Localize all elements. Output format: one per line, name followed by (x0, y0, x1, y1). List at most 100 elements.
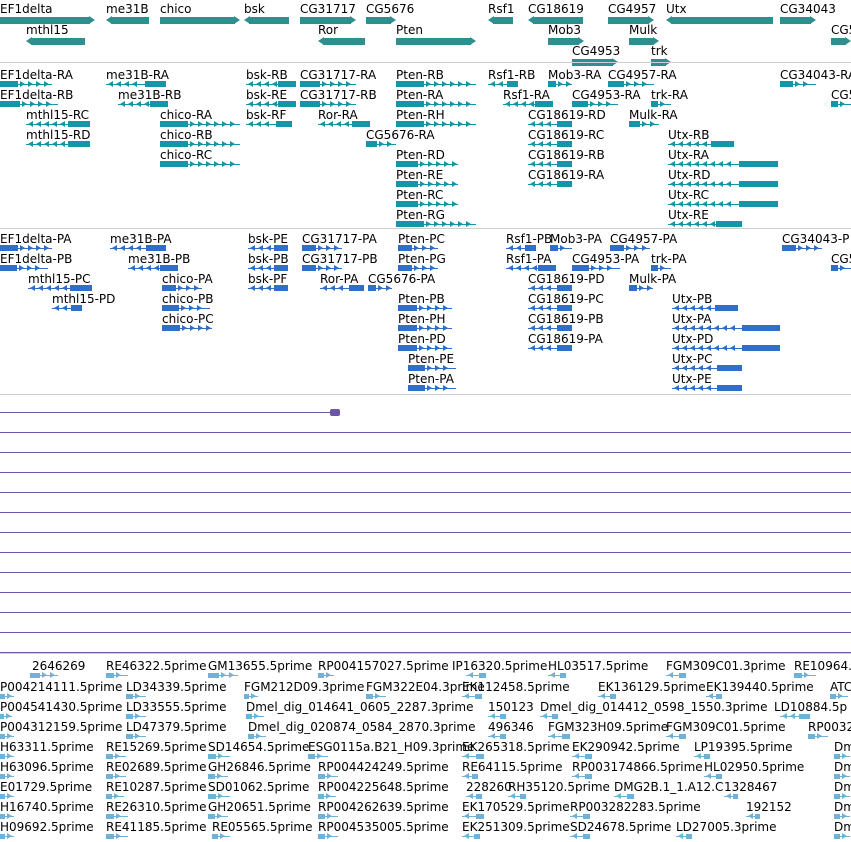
feature-ld27005-3prime[interactable] (676, 833, 692, 841)
feature-label-496346: 496346 (488, 720, 534, 734)
feature-label-re26310-5prime: RE26310.5prime (106, 800, 207, 814)
feature-mob3-pa[interactable] (550, 245, 572, 253)
feature-label-sd24678-5prime: SD24678.5prime (570, 820, 672, 834)
feature-me31b[interactable] (106, 16, 154, 25)
feature-label-hl03517-5prime: HL03517.5prime (548, 659, 649, 673)
feature-cg18619-pa[interactable] (528, 345, 572, 353)
feature-label-pten-pd: Pten-PD (398, 332, 446, 346)
feature-mulk-ra[interactable] (629, 121, 659, 129)
feature-hl03517-5prime[interactable] (548, 672, 566, 680)
feature-cg34043[interactable] (780, 16, 816, 25)
feature-label-cg18619-pd: CG18619-PD (528, 272, 605, 286)
feature-cg34043-p[interactable] (782, 245, 822, 253)
feature-label-bsk: bsk (244, 2, 265, 16)
feature-label-pten-rg: Pten-RG (396, 208, 445, 222)
feature-label-cg18619-rb: CG18619-RB (528, 148, 605, 162)
feature-mthl15-pd[interactable] (52, 305, 82, 313)
feature-label-ek290942-5prime: EK290942.5prime (572, 740, 680, 754)
feature-re41185-5prime[interactable] (106, 833, 128, 841)
feature-label-dmel-dig-020874-0584-2870-3prime: Dmel_dig_020874_0584_2870.3prime (248, 720, 476, 734)
feature-label-pten-pe: Pten-PE (408, 352, 455, 366)
xy-line (0, 632, 851, 633)
feature-cg5[interactable] (831, 265, 851, 273)
feature-cg4957-pa[interactable] (610, 245, 650, 253)
feature-chico[interactable] (160, 16, 240, 25)
feature-label-h09692-5prime: H09692.5prime (0, 820, 94, 834)
feature-2646269[interactable] (30, 672, 58, 680)
feature-mob3-ra[interactable] (548, 81, 572, 89)
feature-dm[interactable] (834, 833, 850, 841)
feature-cg5676[interactable] (366, 16, 396, 25)
feature-label-utx-ra: Utx-RA (668, 148, 709, 162)
feature-label-ef1delta: EF1delta (0, 2, 53, 16)
feature-label-ip16320-5prime: IP16320.5prime (452, 659, 548, 673)
feature-cg5676-pa[interactable] (368, 285, 392, 293)
feature-label-dm: Dm (834, 780, 851, 794)
xy-line (0, 572, 851, 573)
feature-bsk-rf[interactable] (246, 121, 292, 129)
genome-browser-view: EF1delta mthl15 me31B chico bsk CG31717 Ror CG5… (0, 0, 851, 842)
feature-mthl15[interactable] (26, 37, 90, 46)
feature-fgm309c01-3prime[interactable] (666, 672, 686, 680)
feature-label-cg31717-rb: CG31717-RB (300, 88, 377, 102)
feature-label-re05565-5prime: RE05565.5prime (212, 820, 313, 834)
feature-gm13655-5prime[interactable] (208, 672, 238, 680)
feature-cg34043-ra[interactable] (780, 81, 816, 89)
track-separator (0, 62, 851, 63)
feature-rp004535005-5prime[interactable] (318, 833, 338, 841)
feature-h09692-5prime[interactable] (0, 833, 14, 841)
feature-rp004157027-5prime[interactable] (318, 672, 334, 680)
feature-label-ek251309-5prime: EK251309.5prime (462, 820, 570, 834)
feature-chico-rc[interactable] (160, 161, 240, 169)
feature-label-cg31717-pa: CG31717-PA (302, 232, 377, 246)
feature-label-cg31717: CG31717 (300, 2, 356, 16)
feature-label-re10964: RE10964. (794, 659, 851, 673)
feature-pten[interactable] (396, 37, 476, 46)
feature-re46322-5prime[interactable] (106, 672, 128, 680)
feature-label-utx-pa: Utx-PA (672, 312, 712, 326)
feature-cg18619-ra[interactable] (528, 181, 572, 189)
feature-label-rp003282283-5prime: RP003282283.5prime (570, 800, 701, 814)
feature-cg5676-ra[interactable] (366, 141, 396, 149)
feature-ror-ra[interactable] (318, 121, 370, 129)
feature-label-ek170529-5prime: EK170529.5prime (462, 800, 570, 814)
feature-re10964[interactable] (794, 672, 816, 680)
feature-label-mthl15-rc: mthl15-RC (26, 108, 90, 122)
feature-pten-pg[interactable] (398, 265, 438, 273)
feature-cg5[interactable] (831, 101, 851, 109)
feature-label-re10287-5prime: RE10287.5prime (106, 780, 207, 794)
feature-label-ror: Ror (318, 23, 339, 37)
feature-bsk[interactable] (244, 16, 294, 25)
feature-rsf1[interactable] (488, 16, 518, 25)
feature-label-trk-pa: trk-PA (651, 252, 687, 266)
feature-pten-rh[interactable] (396, 121, 476, 129)
feature-pten-pa[interactable] (408, 385, 456, 393)
feature-label-mthl15-pd: mthl15-PD (52, 292, 116, 306)
feature-cg4957-ra[interactable] (608, 81, 654, 89)
feature-cg5[interactable] (831, 37, 851, 46)
feature-label-cg4953-pa: CG4953-PA (572, 252, 640, 266)
feature-sd24678-5prime[interactable] (570, 833, 590, 841)
feature-label-pten-rc: Pten-RC (396, 188, 444, 202)
feature-label-ld27005-3prime: LD27005.3prime (676, 820, 777, 834)
feature-label-ef1delta-ra: EF1delta-RA (0, 68, 73, 82)
feature-1328467[interactable] (724, 793, 738, 801)
feature-rp0032[interactable] (808, 733, 828, 741)
feature-chico-pc[interactable] (162, 325, 212, 333)
feature-utx-pe[interactable] (672, 385, 742, 393)
feature-bsk-pf[interactable] (248, 285, 288, 293)
feature-label-ef1delta-pb: EF1delta-PB (0, 252, 73, 266)
feature-label-ld47379-5prime: LD47379.5prime (126, 720, 227, 734)
feature-label-cg4957: CG4957 (608, 2, 657, 16)
feature-ror-pa[interactable] (320, 285, 364, 293)
feature-label-rsf1: Rsf1 (488, 2, 515, 16)
feature-mthl15-rd[interactable] (26, 141, 90, 149)
feature-mulk-pa[interactable] (629, 285, 653, 293)
feature-re05565-5prime[interactable] (212, 833, 230, 841)
feature-utx[interactable] (666, 16, 778, 25)
feature-ip16320-5prime[interactable] (466, 672, 486, 680)
feature-label-ef1delta-rb: EF1delta-RB (0, 88, 74, 102)
feature-ror[interactable] (318, 37, 370, 46)
feature-ek251309-5prime[interactable] (462, 833, 480, 841)
feature-label-rp004157027-5prime: RP004157027.5prime (318, 659, 449, 673)
